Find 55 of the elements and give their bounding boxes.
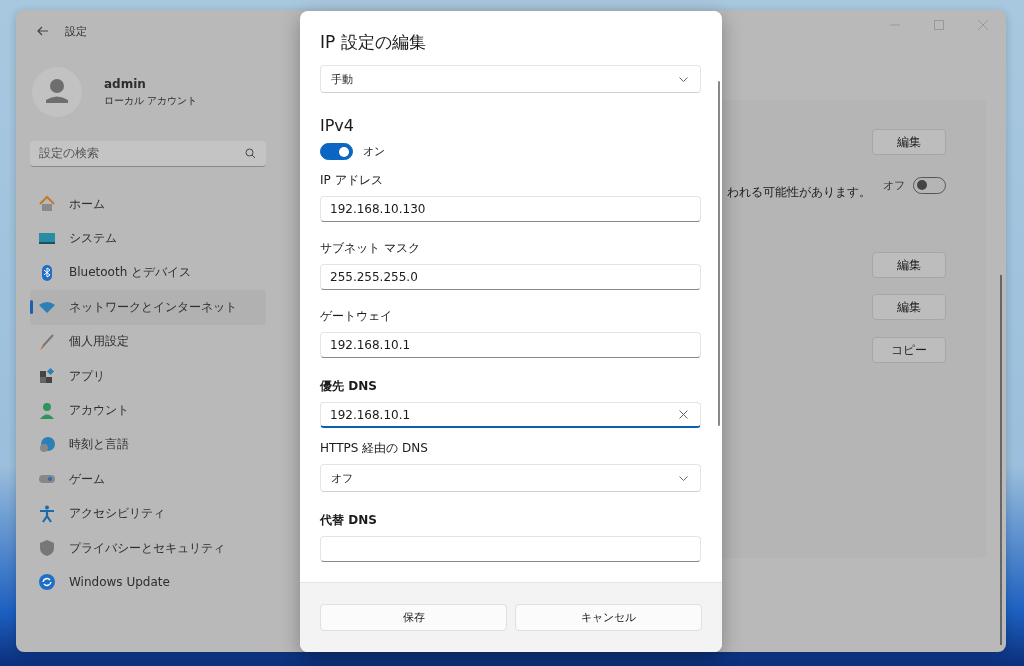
nav-item[interactable]: ホーム [30, 187, 266, 222]
chevron-down-icon [679, 76, 688, 82]
toggle-switch[interactable] [320, 143, 353, 160]
panel-button[interactable]: 編集 [872, 129, 946, 155]
field-label: ゲートウェイ [320, 308, 393, 325]
panel-button[interactable]: 編集 [872, 294, 946, 320]
account-type: ローカル アカウント [104, 93, 198, 108]
avatar-icon [32, 67, 82, 117]
field-label: IP アドレス [320, 172, 384, 189]
dialog-button[interactable]: 保存 [320, 604, 507, 631]
nav-item[interactable]: Windows Update [30, 565, 266, 600]
nav-item[interactable]: ゲーム [30, 462, 266, 497]
input-field[interactable]: 192.168.10.1 [320, 332, 701, 358]
nav-item[interactable]: ネットワークとインターネット [30, 290, 266, 325]
scrollbar[interactable] [718, 81, 720, 426]
nav-item[interactable]: アクセシビリティ [30, 496, 266, 531]
clear-icon[interactable] [679, 410, 688, 419]
dialog-button[interactable]: キャンセル [515, 604, 702, 631]
search-icon[interactable] [245, 148, 256, 159]
mode-dropdown[interactable]: 手動 [320, 65, 701, 93]
accessibility-icon [38, 504, 56, 523]
input-field[interactable]: 192.168.10.1 [320, 402, 701, 428]
dialog-title: IP 設定の編集 [320, 31, 427, 54]
search-field[interactable]: 設定の検索 [30, 141, 266, 167]
nav-item[interactable]: アプリ [30, 358, 266, 394]
input-field[interactable]: 192.168.10.130 [320, 196, 701, 222]
refresh-icon [38, 573, 56, 592]
chevron-down-icon [679, 475, 688, 481]
shield-icon [38, 539, 56, 558]
nav-item[interactable]: アカウント [30, 393, 266, 428]
input-field[interactable] [320, 536, 701, 562]
nav-item[interactable]: Bluetooth とデバイス [30, 255, 266, 291]
apps-icon [38, 367, 56, 386]
nav-item[interactable]: 時刻と言語 [30, 427, 266, 463]
field-label: HTTPS 経由の DNS [320, 440, 429, 457]
back-arrow-icon[interactable] [37, 26, 49, 36]
input-field[interactable]: 255.255.255.0 [320, 264, 701, 290]
window-title: 設定 [65, 23, 87, 39]
nav-item[interactable]: プライバシーとセキュリティ [30, 530, 266, 566]
toggle-state-label: オフ [883, 177, 905, 193]
panel-button[interactable]: 編集 [872, 252, 946, 278]
nav-item[interactable]: 個人用設定 [30, 324, 266, 359]
field-label: サブネット マスク [320, 240, 421, 257]
person-icon [38, 401, 56, 420]
panel-button[interactable]: コピー [872, 337, 946, 363]
field-heading: 代替 DNS [320, 512, 378, 529]
brush-icon [38, 332, 56, 351]
field-heading: 優先 DNS [320, 378, 378, 395]
description-text: われる可能性があります。 [727, 183, 871, 201]
nav-item[interactable]: システム [30, 221, 266, 256]
dropdown[interactable]: オフ [320, 464, 701, 492]
home-icon [38, 195, 56, 214]
account-name: admin [104, 76, 147, 91]
toggle-state-label: オン [363, 144, 385, 159]
section-heading: IPv4 [320, 116, 355, 135]
